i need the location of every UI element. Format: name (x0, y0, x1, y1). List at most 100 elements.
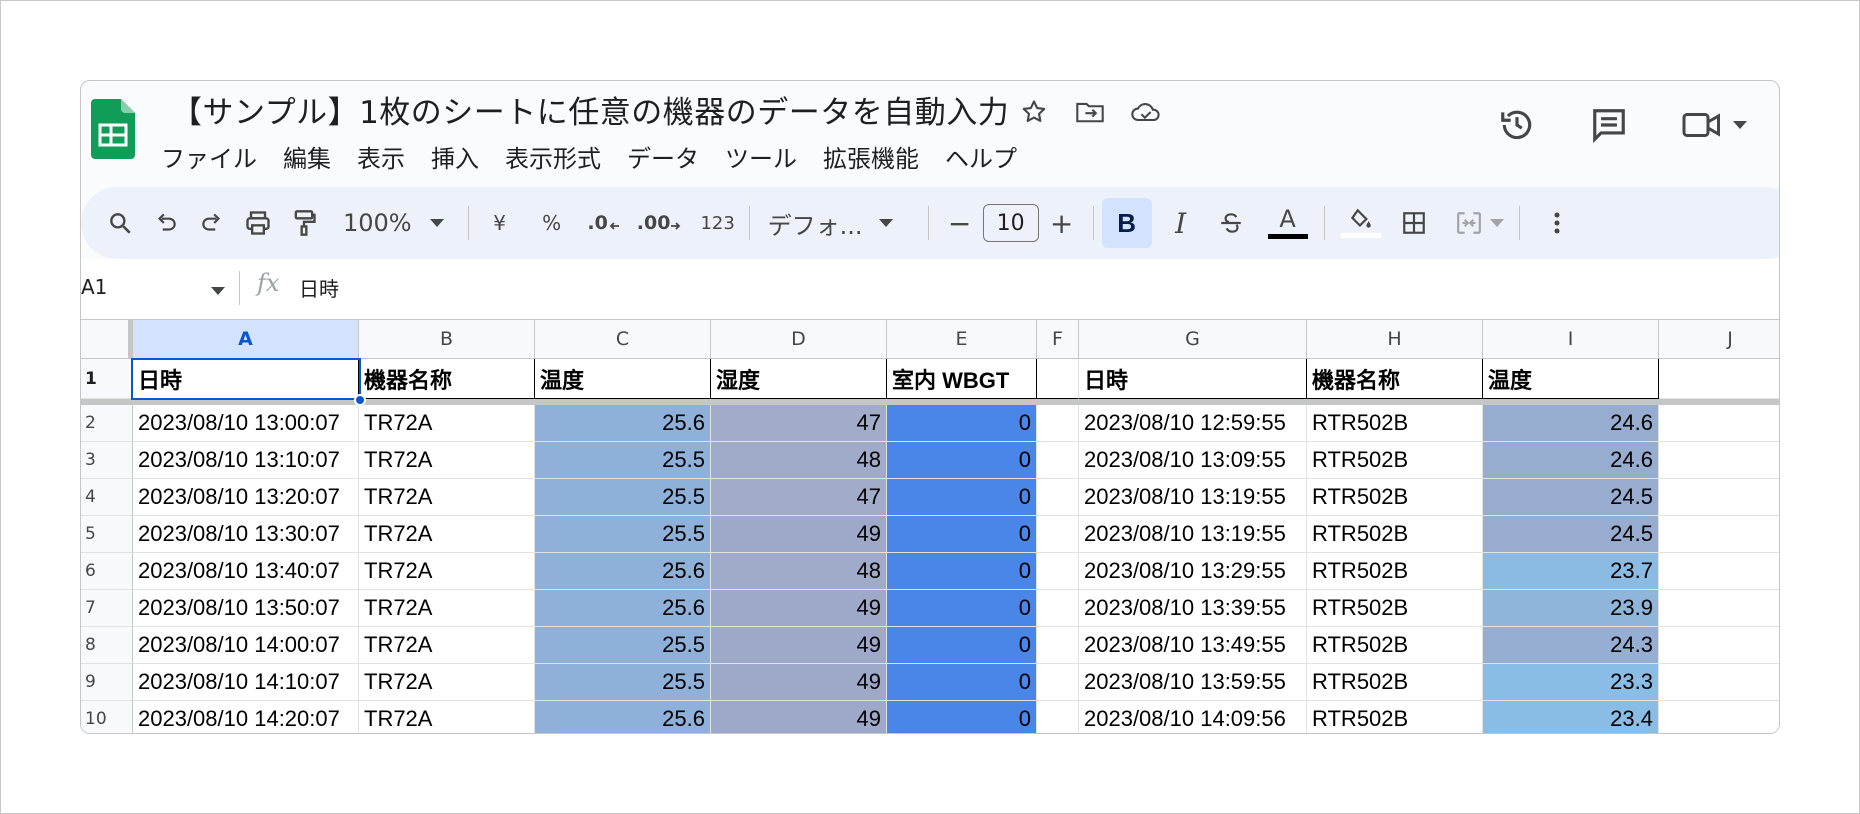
search-menus-icon[interactable] (97, 201, 143, 245)
cell-a[interactable]: 2023/08/10 13:10:07 (133, 442, 359, 479)
cell-d[interactable]: 48 (711, 553, 887, 590)
cell-e[interactable]: 0 (887, 516, 1037, 553)
cell-g[interactable]: 2023/08/10 13:09:55 (1079, 442, 1307, 479)
cell-f[interactable] (1037, 590, 1079, 627)
cell-i[interactable]: 24.3 (1483, 627, 1659, 664)
cell-e[interactable]: 0 (887, 479, 1037, 516)
header-cell[interactable]: 機器名称 (1307, 359, 1483, 399)
select-all-corner[interactable] (81, 320, 133, 358)
cell-b[interactable]: TR72A (359, 442, 535, 479)
cell-b[interactable]: TR72A (359, 590, 535, 627)
column-header-d[interactable]: D (711, 320, 887, 358)
header-cell[interactable]: 機器名称 (359, 359, 535, 399)
strikethrough-icon[interactable] (1208, 201, 1254, 245)
cell-f[interactable] (1037, 553, 1079, 590)
cell-f[interactable] (1037, 479, 1079, 516)
row-header[interactable]: 5 (81, 516, 133, 553)
cell-g[interactable]: 2023/08/10 13:19:55 (1079, 479, 1307, 516)
bold-button[interactable]: B (1101, 198, 1152, 248)
cell-f[interactable] (1037, 627, 1079, 664)
column-header-b[interactable]: B (359, 320, 535, 358)
menu-view[interactable]: 表示 (357, 139, 417, 174)
cell-h[interactable]: RTR502B (1307, 664, 1483, 701)
menu-extensions[interactable]: 拡張機能 (823, 139, 931, 174)
header-cell[interactable] (1037, 359, 1079, 399)
cell-c[interactable]: 25.6 (535, 405, 711, 442)
cell-g[interactable]: 2023/08/10 13:19:55 (1079, 516, 1307, 553)
cell-j[interactable] (1659, 405, 1779, 442)
cell-d[interactable]: 47 (711, 405, 887, 442)
cell-i[interactable]: 24.5 (1483, 479, 1659, 516)
comments-icon[interactable] (1587, 103, 1631, 147)
undo-icon[interactable] (143, 201, 189, 245)
cell-e[interactable]: 0 (887, 590, 1037, 627)
row-header[interactable]: 8 (81, 627, 133, 664)
cell-a[interactable]: 2023/08/10 13:20:07 (133, 479, 359, 516)
zoom-select[interactable]: 100% (337, 201, 450, 245)
cell-b[interactable]: TR72A (359, 664, 535, 701)
cell-b[interactable]: TR72A (359, 553, 535, 590)
cell-g[interactable]: 2023/08/10 13:29:55 (1079, 553, 1307, 590)
more-formats-button[interactable]: 123 (695, 201, 741, 245)
borders-icon[interactable] (1391, 201, 1437, 245)
header-cell[interactable]: 温度 (535, 359, 711, 399)
column-header-g[interactable]: G (1079, 320, 1307, 358)
cell-c[interactable]: 25.6 (535, 701, 711, 733)
cell-e[interactable]: 0 (887, 701, 1037, 733)
row-header[interactable]: 10 (81, 701, 133, 733)
cell-f[interactable] (1037, 516, 1079, 553)
menu-edit[interactable]: 編集 (283, 139, 343, 174)
fill-color-icon[interactable] (1333, 201, 1389, 245)
cell-a[interactable]: 2023/08/10 14:00:07 (133, 627, 359, 664)
menu-help[interactable]: ヘルプ (945, 139, 1029, 174)
cell-f[interactable] (1037, 405, 1079, 442)
column-header-c[interactable]: C (535, 320, 711, 358)
row-header[interactable]: 7 (81, 590, 133, 627)
cell-i[interactable]: 24.5 (1483, 516, 1659, 553)
cell-d[interactable]: 49 (711, 627, 887, 664)
cell-c[interactable]: 25.5 (535, 442, 711, 479)
row-header[interactable]: 4 (81, 479, 133, 516)
cell-j[interactable] (1659, 479, 1779, 516)
increase-decimal-button[interactable]: .00 (637, 201, 683, 245)
header-cell[interactable]: 湿度 (711, 359, 887, 399)
cell-c[interactable]: 25.5 (535, 516, 711, 553)
header-cell[interactable] (1659, 359, 1779, 399)
cell-c[interactable]: 25.5 (535, 627, 711, 664)
increase-font-size-button[interactable]: + (1039, 201, 1085, 245)
cell-b[interactable]: TR72A (359, 516, 535, 553)
cell-c[interactable]: 25.6 (535, 590, 711, 627)
cell-a[interactable]: 2023/08/10 14:10:07 (133, 664, 359, 701)
cloud-saved-icon[interactable] (1129, 95, 1163, 129)
cell-c[interactable]: 25.5 (535, 664, 711, 701)
cell-i[interactable]: 23.7 (1483, 553, 1659, 590)
more-options-icon[interactable] (1534, 201, 1580, 245)
move-folder-icon[interactable] (1073, 95, 1107, 129)
cell-g[interactable]: 2023/08/10 13:59:55 (1079, 664, 1307, 701)
cell-h[interactable]: RTR502B (1307, 479, 1483, 516)
cell-e[interactable]: 0 (887, 664, 1037, 701)
cell-h[interactable]: RTR502B (1307, 590, 1483, 627)
cell-b[interactable]: TR72A (359, 701, 535, 733)
column-header-f[interactable]: F (1037, 320, 1079, 358)
decrease-font-size-button[interactable]: − (937, 201, 983, 245)
meet-video-icon[interactable] (1679, 103, 1749, 147)
formula-input[interactable]: 日時 (299, 273, 339, 302)
cell-e[interactable]: 0 (887, 627, 1037, 664)
cell-e[interactable]: 0 (887, 405, 1037, 442)
currency-format-button[interactable]: ¥ (477, 201, 523, 245)
header-cell[interactable]: 室内 WBGT (887, 359, 1037, 399)
cell-i[interactable]: 23.9 (1483, 590, 1659, 627)
font-family-select[interactable]: デフォ... (758, 201, 914, 245)
cell-j[interactable] (1659, 442, 1779, 479)
header-cell[interactable]: 日時 (1079, 359, 1307, 399)
cell-c[interactable]: 25.5 (535, 479, 711, 516)
cell-j[interactable] (1659, 664, 1779, 701)
cell-f[interactable] (1037, 664, 1079, 701)
cell-a[interactable]: 2023/08/10 13:30:07 (133, 516, 359, 553)
cell-j[interactable] (1659, 553, 1779, 590)
row-header[interactable]: 6 (81, 553, 133, 590)
font-size-input[interactable]: 10 (982, 204, 1039, 242)
cell-e[interactable]: 0 (887, 553, 1037, 590)
cell-g[interactable]: 2023/08/10 13:49:55 (1079, 627, 1307, 664)
